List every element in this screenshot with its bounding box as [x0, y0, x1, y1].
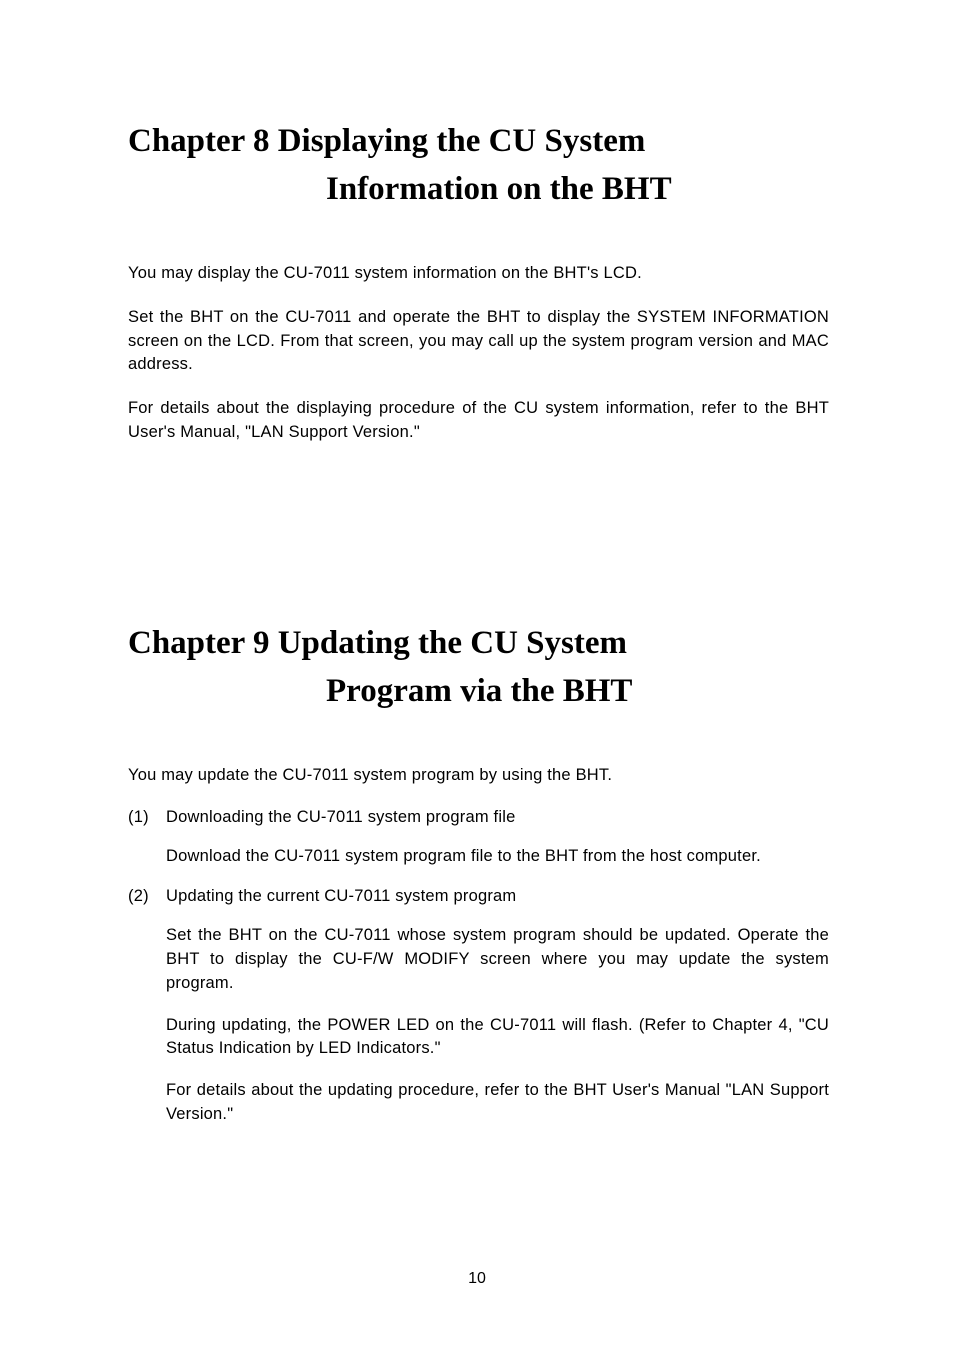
page-content: Chapter 8 Displaying the CU System Infor… [0, 0, 954, 1127]
list-item-1-body-1: Download the CU-7011 system program file… [166, 845, 829, 869]
list-item-2-number: (2) [128, 887, 166, 906]
chapter-8-para-3: For details about the displaying procedu… [128, 397, 829, 445]
list-item-2-title: Updating the current CU-7011 system prog… [166, 887, 516, 906]
chapter-9-title: Chapter 9 Updating the CU System Program… [128, 620, 829, 716]
chapter-8-para-1: You may display the CU-7011 system infor… [128, 262, 829, 286]
page-number: 10 [0, 1270, 954, 1288]
chapter-9-intro: You may update the CU-7011 system progra… [128, 764, 829, 788]
list-item-1-title: Downloading the CU-7011 system program f… [166, 808, 515, 827]
chapter-8-title-line1: Chapter 8 Displaying the CU System [128, 118, 829, 166]
list-item-2: (2) Updating the current CU-7011 system … [128, 887, 829, 906]
chapter-8-para-2: Set the BHT on the CU-7011 and operate t… [128, 306, 829, 378]
chapter-9-title-line2: Program via the BHT [128, 668, 829, 716]
numbered-list: (1) Downloading the CU-7011 system progr… [128, 808, 829, 1127]
list-item-2-body-1: Set the BHT on the CU-7011 whose system … [166, 924, 829, 996]
chapter-8-title: Chapter 8 Displaying the CU System Infor… [128, 118, 829, 214]
list-item-1: (1) Downloading the CU-7011 system progr… [128, 808, 829, 827]
section-gap [128, 465, 829, 620]
list-item-2-body-3: For details about the updating procedure… [166, 1079, 829, 1127]
list-item-2-body-2: During updating, the POWER LED on the CU… [166, 1014, 829, 1062]
list-item-1-number: (1) [128, 808, 166, 827]
chapter-9-title-line1: Chapter 9 Updating the CU System [128, 620, 829, 668]
chapter-8-title-line2: Information on the BHT [128, 166, 829, 214]
